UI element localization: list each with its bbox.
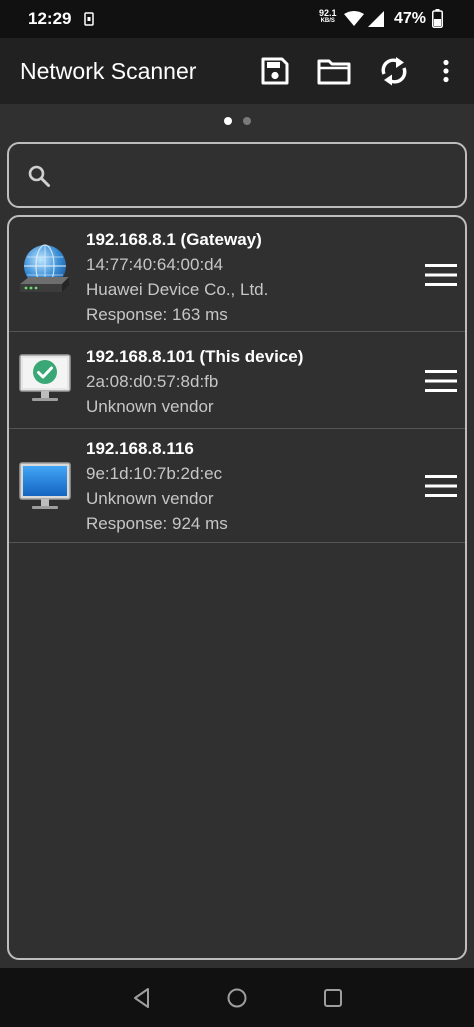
router-globe-icon bbox=[20, 244, 69, 292]
network-speed: 92.1 KB/S bbox=[319, 9, 337, 25]
wifi-icon bbox=[344, 11, 364, 26]
device-details: 192.168.8.1 (Gateway) 14:77:40:64:00:d4 … bbox=[86, 227, 268, 327]
device-mac: 2a:08:d0:57:8d:fb bbox=[86, 372, 219, 391]
home-icon[interactable] bbox=[225, 986, 249, 1010]
status-bar: 12:29 92.1 KB/S 47% bbox=[0, 0, 474, 38]
save-button[interactable] bbox=[257, 53, 293, 89]
device-details: 192.168.8.116 9e:1d:10:7b:2d:ec Unknown … bbox=[86, 436, 228, 536]
device-details: 192.168.8.101 (This device) 2a:08:d0:57:… bbox=[86, 344, 303, 419]
device-vendor: Unknown vendor bbox=[86, 397, 214, 416]
row-menu-icon[interactable] bbox=[424, 263, 458, 287]
page-indicator bbox=[0, 117, 474, 127]
network-speed-unit: KB/S bbox=[320, 18, 335, 24]
search-box[interactable] bbox=[7, 142, 467, 208]
device-ip: 192.168.8.1 (Gateway) bbox=[86, 230, 262, 249]
back-icon[interactable] bbox=[130, 986, 154, 1010]
device-mac: 14:77:40:64:00:d4 bbox=[86, 255, 224, 274]
device-ip: 192.168.8.101 (This device) bbox=[86, 347, 304, 366]
page-dot-1[interactable] bbox=[223, 117, 232, 125]
monitor-icon bbox=[19, 462, 71, 509]
device-mac: 9e:1d:10:7b:2d:ec bbox=[86, 464, 223, 483]
recent-apps-icon[interactable] bbox=[321, 986, 345, 1010]
device-list: 192.168.8.1 (Gateway) 14:77:40:64:00:d4 … bbox=[7, 215, 467, 960]
row-menu-icon[interactable] bbox=[424, 474, 458, 498]
more-options-button[interactable] bbox=[428, 53, 464, 89]
device-response: Response: 163 ms bbox=[86, 305, 228, 324]
battery-icon bbox=[432, 9, 443, 28]
save-icon bbox=[261, 57, 289, 85]
page-dot-2[interactable] bbox=[242, 117, 251, 125]
monitor-check-icon bbox=[19, 354, 71, 401]
device-vendor: Huawei Device Co., Ltd. bbox=[86, 280, 269, 299]
row-menu-icon[interactable] bbox=[424, 369, 458, 393]
sim-card-icon bbox=[84, 12, 94, 26]
app-title: Network Scanner bbox=[20, 58, 197, 84]
device-ip: 192.168.8.116 bbox=[86, 439, 194, 458]
device-response: Response: 924 ms bbox=[86, 514, 228, 533]
battery-percent: 47% bbox=[394, 10, 427, 27]
open-button[interactable] bbox=[316, 53, 352, 89]
device-row-gateway[interactable]: 192.168.8.1 (Gateway) 14:77:40:64:00:d4 … bbox=[9, 217, 465, 332]
refresh-icon bbox=[381, 57, 407, 86]
device-row-116[interactable]: 192.168.8.116 9e:1d:10:7b:2d:ec Unknown … bbox=[9, 429, 465, 543]
search-icon bbox=[28, 165, 50, 187]
device-vendor: Unknown vendor bbox=[86, 489, 214, 508]
network-speed-value: 92.1 bbox=[319, 8, 337, 18]
system-nav-bar bbox=[0, 968, 474, 1027]
app-bar: Network Scanner bbox=[0, 38, 474, 104]
refresh-button[interactable] bbox=[376, 53, 412, 89]
search-input[interactable] bbox=[69, 160, 449, 190]
status-time: 12:29 bbox=[28, 9, 72, 28]
folder-icon bbox=[317, 59, 351, 85]
cell-signal-icon bbox=[368, 11, 384, 27]
more-vert-icon bbox=[443, 59, 449, 83]
device-row-this-device[interactable]: 192.168.8.101 (This device) 2a:08:d0:57:… bbox=[9, 332, 465, 429]
